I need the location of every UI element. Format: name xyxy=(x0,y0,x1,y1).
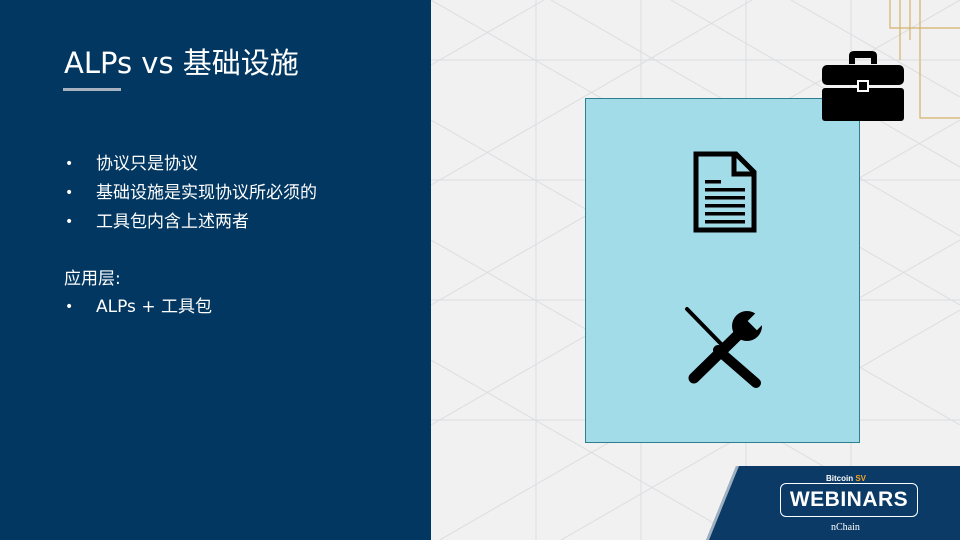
section-bullet-list: • ALPs + 工具包 xyxy=(64,293,212,322)
list-item: • 基础设施是实现协议所必须的 xyxy=(64,179,317,208)
bullet-list: • 协议只是协议 • 基础设施是实现协议所必须的 • 工具包内含上述两者 xyxy=(64,150,317,237)
badge-bottom-text: nChain xyxy=(831,522,860,533)
badge-top-prefix: Bitcoin xyxy=(826,474,856,483)
slide-title: ALPs vs 基础设施 xyxy=(64,46,299,80)
bullet-text: 工具包内含上述两者 xyxy=(96,212,249,232)
toolkit-box xyxy=(585,98,860,443)
badge-top-text: Bitcoin SV xyxy=(826,474,866,483)
tools-icon xyxy=(685,307,766,388)
bullet-glyph: • xyxy=(65,214,74,230)
document-icon xyxy=(693,151,757,233)
title-underline xyxy=(63,88,121,91)
bullet-glyph: • xyxy=(65,156,74,172)
bullet-text: 协议只是协议 xyxy=(96,154,198,174)
badge-main-text: WEBINARS xyxy=(780,483,918,517)
bullet-text: 基础设施是实现协议所必须的 xyxy=(96,183,317,203)
section-label: 应用层: xyxy=(64,269,121,289)
bullet-text: ALPs + 工具包 xyxy=(96,297,212,317)
badge-top-suffix: SV xyxy=(855,474,867,483)
list-item: • ALPs + 工具包 xyxy=(64,293,212,322)
list-item: • 工具包内含上述两者 xyxy=(64,208,317,237)
briefcase-icon xyxy=(822,51,904,121)
bullet-glyph: • xyxy=(65,299,74,315)
bullet-glyph: • xyxy=(65,185,74,201)
list-item: • 协议只是协议 xyxy=(64,150,317,179)
